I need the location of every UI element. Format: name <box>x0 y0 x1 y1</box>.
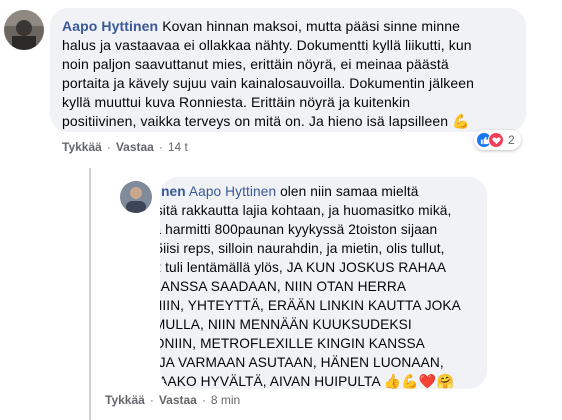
avatar[interactable] <box>4 10 44 50</box>
comment-actions: Tykkää · Vastaa · 8 min <box>105 393 240 407</box>
flexed-biceps-emoji-icon: 💪 <box>452 113 470 129</box>
timestamp[interactable]: 8 min <box>211 393 240 407</box>
separator: · <box>149 393 154 407</box>
separator: · <box>106 140 111 154</box>
like-link[interactable]: Tykkää <box>105 393 145 407</box>
reaction-summary[interactable]: 2 <box>474 130 521 150</box>
comment-body-first-line: olen niin samaa mieltä <box>280 184 419 199</box>
comment-text: Aapo Hyttinen Kovan hinnan maksoi, mutta… <box>62 17 514 131</box>
comment-author[interactable]: Aapo Hyttinen <box>62 18 158 34</box>
comment-bubble: Aapo Hyttinen Kovan hinnan maksoi, mutta… <box>50 8 526 132</box>
reaction-emojis-icon: 👍💪❤️🤗 <box>383 373 454 389</box>
avatar[interactable] <box>120 181 152 213</box>
separator: · <box>201 393 206 407</box>
mention-link[interactable]: Aapo Hyttinen <box>189 184 276 199</box>
like-link[interactable]: Tykkää <box>62 140 102 154</box>
reaction-count: 2 <box>508 133 515 147</box>
reply-link[interactable]: Vastaa <box>116 140 154 154</box>
separator: · <box>158 140 163 154</box>
timestamp[interactable]: 14 t <box>168 140 188 154</box>
reply-thread-line <box>89 168 91 420</box>
love-icon <box>488 132 504 148</box>
comment-actions: Tykkää · Vastaa · 14 t <box>62 140 188 154</box>
comment-author[interactable]: Ana Salminen <box>160 184 186 199</box>
reply-link[interactable]: Vastaa <box>159 393 197 407</box>
comment-bubble: Ana Salminen Aapo Hyttinen olen niin sam… <box>160 177 487 389</box>
comment-body: Kovan hinnan maksoi, mutta pääsi sinne m… <box>62 18 475 129</box>
comment-body: kanssasi, sitä rakkautta lajia kohtaan, … <box>160 203 461 389</box>
comment-text: Ana Salminen Aapo Hyttinen olen niin sam… <box>160 182 487 389</box>
